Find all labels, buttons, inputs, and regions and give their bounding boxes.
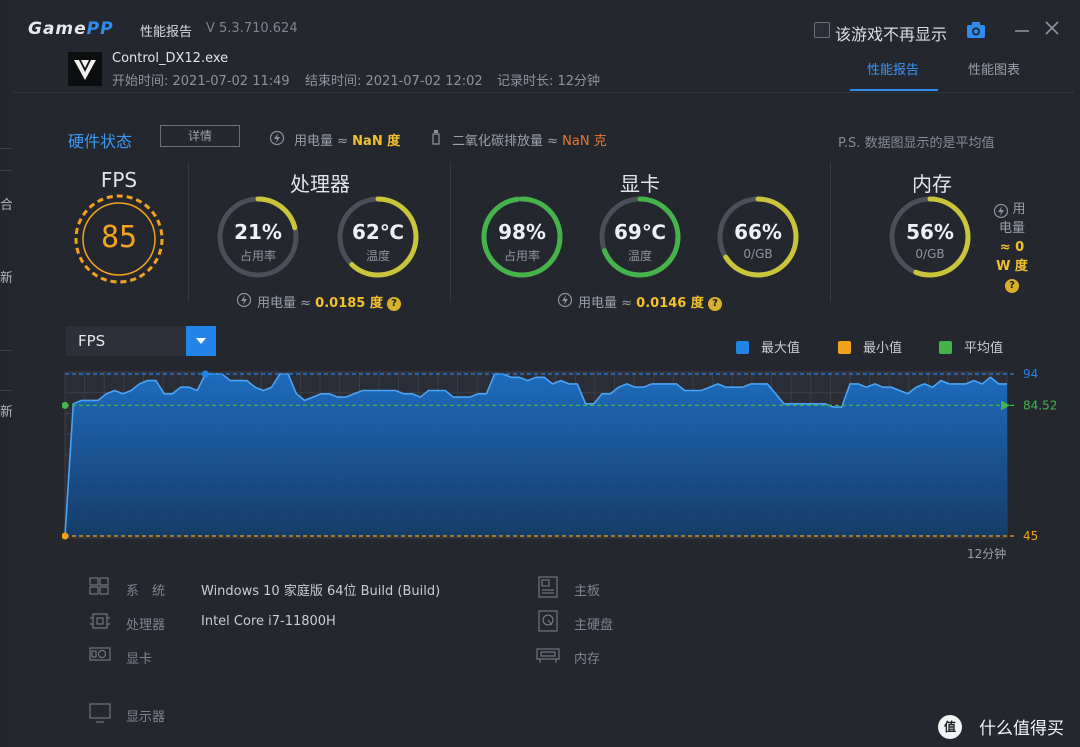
watermark-logo: 值 xyxy=(938,715,962,739)
end-time: 结束时间: 2021-07-02 12:02 xyxy=(305,74,483,89)
gpu-card-icon xyxy=(89,647,111,661)
chart-note: P.S. 数据图显示的是平均值 xyxy=(838,136,995,151)
fps-value: 85 xyxy=(100,220,138,255)
version-label: V 5.3.710.624 xyxy=(206,21,298,36)
hide-game-checkbox[interactable] xyxy=(814,22,830,38)
hardware-status-title: 硬件状态 xyxy=(68,132,133,151)
gpu-power: 用电量 ≈ 0.0146 度 ? xyxy=(578,292,723,311)
hide-game-checkbox-label[interactable]: 该游戏不再显示 xyxy=(835,21,947,45)
metric-select[interactable]: FPS xyxy=(66,326,216,356)
chevron-down-icon xyxy=(196,338,206,344)
monitor-label: 显示器 xyxy=(126,710,166,725)
help-icon: ? xyxy=(708,296,723,311)
fps-line-chart: 94 84.52 45 12分钟 xyxy=(62,367,1057,561)
legend-max: 最大值 xyxy=(736,337,800,356)
details-button[interactable]: 详情 xyxy=(160,125,240,147)
gamepp-logo: GamePP xyxy=(28,19,114,39)
watermark-text: 什么值得买 xyxy=(979,719,1064,739)
legend-min: 最小值 xyxy=(838,337,902,356)
fps-area xyxy=(65,374,1007,536)
motherboard-label: 主板 xyxy=(574,584,601,599)
camera-icon[interactable] xyxy=(966,20,986,40)
gpu-vram-value: 66% xyxy=(734,220,782,244)
background-window-edge xyxy=(0,0,12,747)
tab-performance-report[interactable]: 性能报告 xyxy=(867,59,919,78)
cpu-value: Intel Core i7-11800H xyxy=(201,614,336,629)
minimize-icon[interactable] xyxy=(1012,20,1032,40)
power-icon xyxy=(236,292,252,308)
active-tab-indicator xyxy=(850,89,938,91)
game-icon xyxy=(68,52,102,86)
gpu-usage-label: 占用率 xyxy=(503,249,540,263)
os-label: 系 统 xyxy=(126,584,166,599)
title-bar[interactable]: GamePP 性能报告 V 5.3.710.624 该游戏不再显示 xyxy=(12,0,1074,58)
gpu-temp-value: 69℃ xyxy=(613,220,667,244)
co2-bottle-icon xyxy=(432,130,440,145)
window-title: 性能报告 xyxy=(140,25,193,40)
help-icon: ? xyxy=(387,296,402,311)
windows-icon xyxy=(89,577,109,595)
max-line-label: 94 xyxy=(1023,367,1038,381)
power-icon xyxy=(557,292,573,308)
divider xyxy=(450,162,451,302)
motherboard-icon xyxy=(538,576,558,598)
record-duration: 记录时长: 12分钟 xyxy=(497,74,601,89)
memory-usage-value: 56% xyxy=(906,220,954,244)
gpu-vram-label: 0/GB xyxy=(743,247,773,261)
close-icon[interactable] xyxy=(1042,18,1062,38)
co2-emission: 二氧化碳排放量 ≈ NaN 克 xyxy=(452,134,607,149)
game-exe-name: Control_DX12.exe xyxy=(112,51,229,66)
power-icon xyxy=(269,130,285,146)
cpu-usage-label: 占用率 xyxy=(239,249,276,263)
os-value: Windows 10 家庭版 64位 Build (Build) xyxy=(201,584,441,599)
cpu-usage-value: 21% xyxy=(234,220,282,244)
fps-title: FPS xyxy=(100,168,138,192)
divider xyxy=(830,162,831,302)
gpu-label: 显卡 xyxy=(126,652,153,667)
gamepp-report-window: GamePP 性能报告 V 5.3.710.624 该游戏不再显示 Contro… xyxy=(12,0,1074,747)
metric-select-value: FPS xyxy=(78,332,106,350)
avg-line-label: 84.52 xyxy=(1023,398,1057,412)
tab-performance-chart[interactable]: 性能图表 xyxy=(968,59,1020,78)
cpu-temp-value: 62℃ xyxy=(351,220,405,244)
legend-avg: 平均值 xyxy=(939,337,1003,356)
max-marker xyxy=(201,370,209,378)
hard-disk-icon xyxy=(538,610,558,632)
total-power: 用电量 ≈ NaN 度 xyxy=(294,134,401,149)
cpu-chip-icon xyxy=(90,613,110,629)
cpu-temp-label: 温度 xyxy=(365,249,390,263)
x-axis-end-label: 12分钟 xyxy=(967,546,1006,561)
memory-power: 用 电量 ≈ 0 W 度 ? xyxy=(996,202,1028,293)
memory-usage-label: 0/GB xyxy=(915,247,945,261)
monitor-icon xyxy=(89,703,111,723)
divider xyxy=(12,92,1074,93)
divider xyxy=(188,162,189,302)
min-line-label: 45 xyxy=(1023,529,1038,543)
dropdown-button[interactable] xyxy=(186,326,216,356)
cpu-power: 用电量 ≈ 0.0185 度 ? xyxy=(257,292,402,311)
cpu-label: 处理器 xyxy=(126,618,166,633)
gpu-temp-label: 温度 xyxy=(627,249,652,263)
ram-label: 内存 xyxy=(574,652,601,667)
gpu-usage-value: 98% xyxy=(498,220,546,244)
ram-icon xyxy=(536,648,560,663)
start-time: 开始时间: 2021-07-02 11:49 xyxy=(112,74,290,89)
disk-label: 主硬盘 xyxy=(574,618,614,633)
help-icon: ? xyxy=(1005,278,1019,293)
